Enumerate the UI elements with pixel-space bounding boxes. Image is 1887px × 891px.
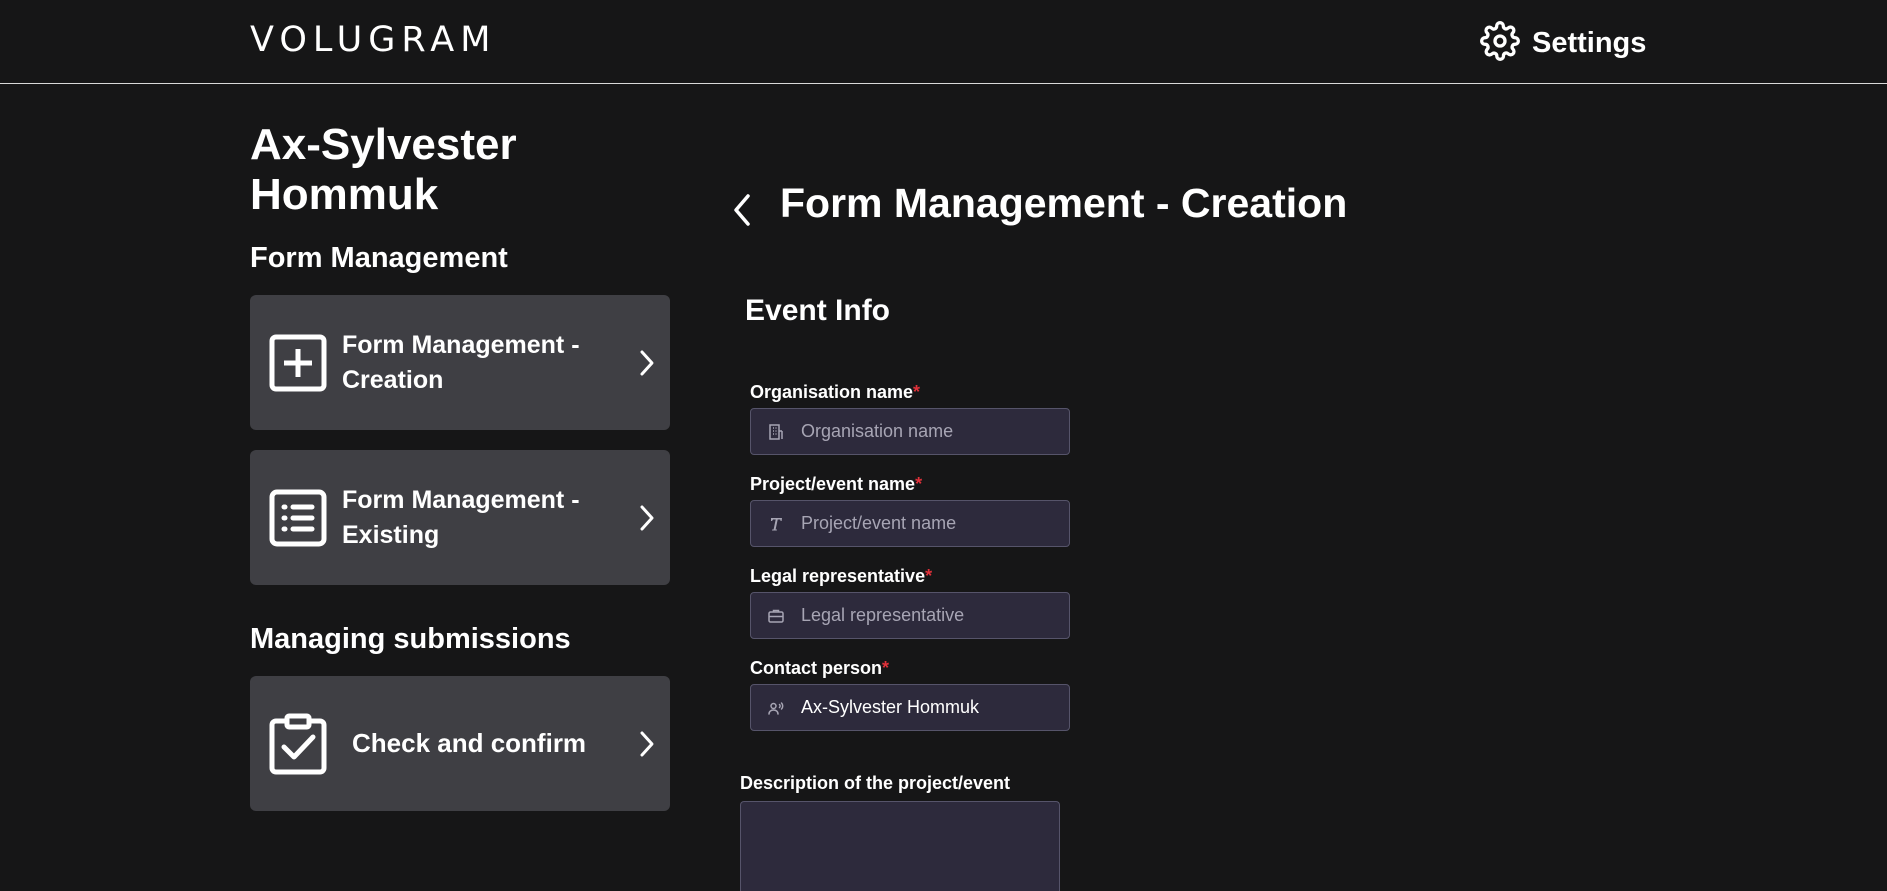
field-label: Organisation name — [750, 382, 914, 402]
organisation-name-field: Organisation name* — [750, 382, 1070, 455]
required-marker: * — [913, 382, 921, 402]
clipboard-check-icon — [268, 713, 328, 774]
field-label: Project/event name — [750, 474, 916, 494]
top-bar: VOLUGRAM Settings — [0, 0, 1887, 84]
organisation-name-input[interactable] — [801, 421, 1061, 442]
sidebar-item-form-creation[interactable]: Form Management - Creation — [250, 295, 670, 430]
sidebar: Ax-Sylvester Hommuk Form Management Form… — [250, 120, 670, 831]
required-marker: * — [925, 566, 933, 586]
list-icon — [268, 488, 328, 548]
description-label: Description of the project/event — [740, 773, 1011, 793]
logo: VOLUGRAM — [250, 20, 497, 60]
gear-icon — [1480, 20, 1520, 66]
briefcase-icon — [767, 607, 785, 625]
settings-label: Settings — [1532, 26, 1647, 59]
field-label: Contact person — [750, 658, 883, 678]
project-event-name-field: Project/event name* — [750, 474, 1070, 547]
text-icon — [767, 515, 785, 533]
sidebar-item-label: Form Management - Creation — [342, 330, 580, 394]
user-name: Ax-Sylvester Hommuk — [250, 120, 517, 219]
contact-icon — [767, 699, 785, 717]
contact-person-input[interactable] — [801, 697, 1061, 718]
plus-square-icon — [268, 333, 328, 393]
chevron-right-icon — [636, 348, 658, 378]
contact-person-field: Contact person* — [750, 658, 1070, 731]
field-label: Legal representative — [750, 566, 926, 586]
form-management-heading: Form Management — [250, 242, 508, 274]
event-info-heading: Event Info — [745, 294, 891, 327]
managing-submissions-heading: Managing submissions — [250, 623, 571, 655]
back-button[interactable] — [728, 190, 758, 230]
sidebar-item-check-confirm[interactable]: Check and confirm — [250, 676, 670, 811]
sidebar-item-form-existing[interactable]: Form Management - Existing — [250, 450, 670, 585]
legal-representative-field: Legal representative* — [750, 566, 1070, 639]
chevron-right-icon — [636, 729, 658, 759]
required-marker: * — [882, 658, 890, 678]
description-textarea[interactable] — [740, 801, 1060, 891]
settings-button[interactable]: Settings — [1480, 20, 1647, 66]
sidebar-item-label: Form Management - Existing — [342, 485, 580, 549]
page-title: Form Management - Creation — [780, 180, 1348, 226]
building-icon — [767, 423, 785, 441]
legal-representative-input[interactable] — [801, 605, 1061, 626]
chevron-right-icon — [636, 503, 658, 533]
required-marker: * — [915, 474, 923, 494]
sidebar-item-label: Check and confirm — [352, 728, 587, 758]
project-event-name-input[interactable] — [801, 513, 1061, 534]
